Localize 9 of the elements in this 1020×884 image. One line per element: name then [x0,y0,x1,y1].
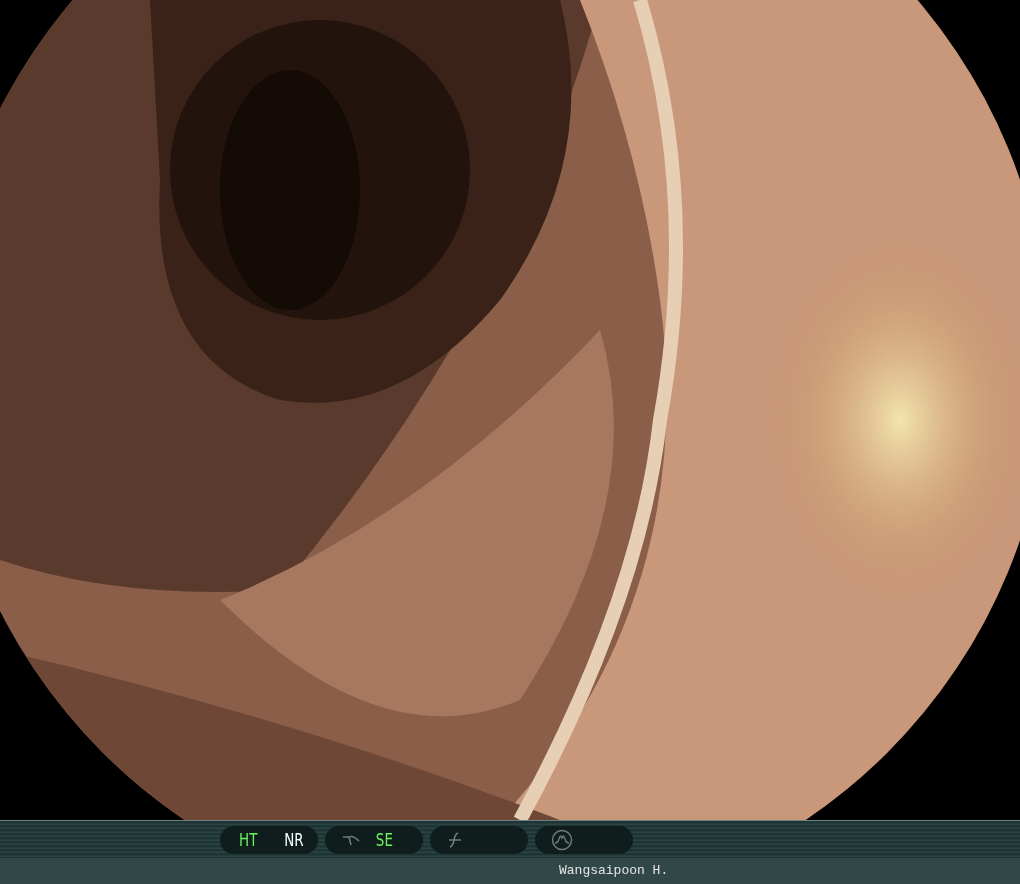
slash-curve-icon [446,830,464,849]
mode-label: SE [375,828,393,852]
mode-pill[interactable]: HT NR [220,825,318,854]
mode-pill[interactable] [535,825,633,854]
mode-label: HT [239,828,258,852]
mode-pill[interactable]: SE [325,825,423,854]
wave-circle-icon [551,828,573,851]
mode-label: NR [283,828,304,852]
operator-name: Wangsaipoon H. [559,862,669,881]
